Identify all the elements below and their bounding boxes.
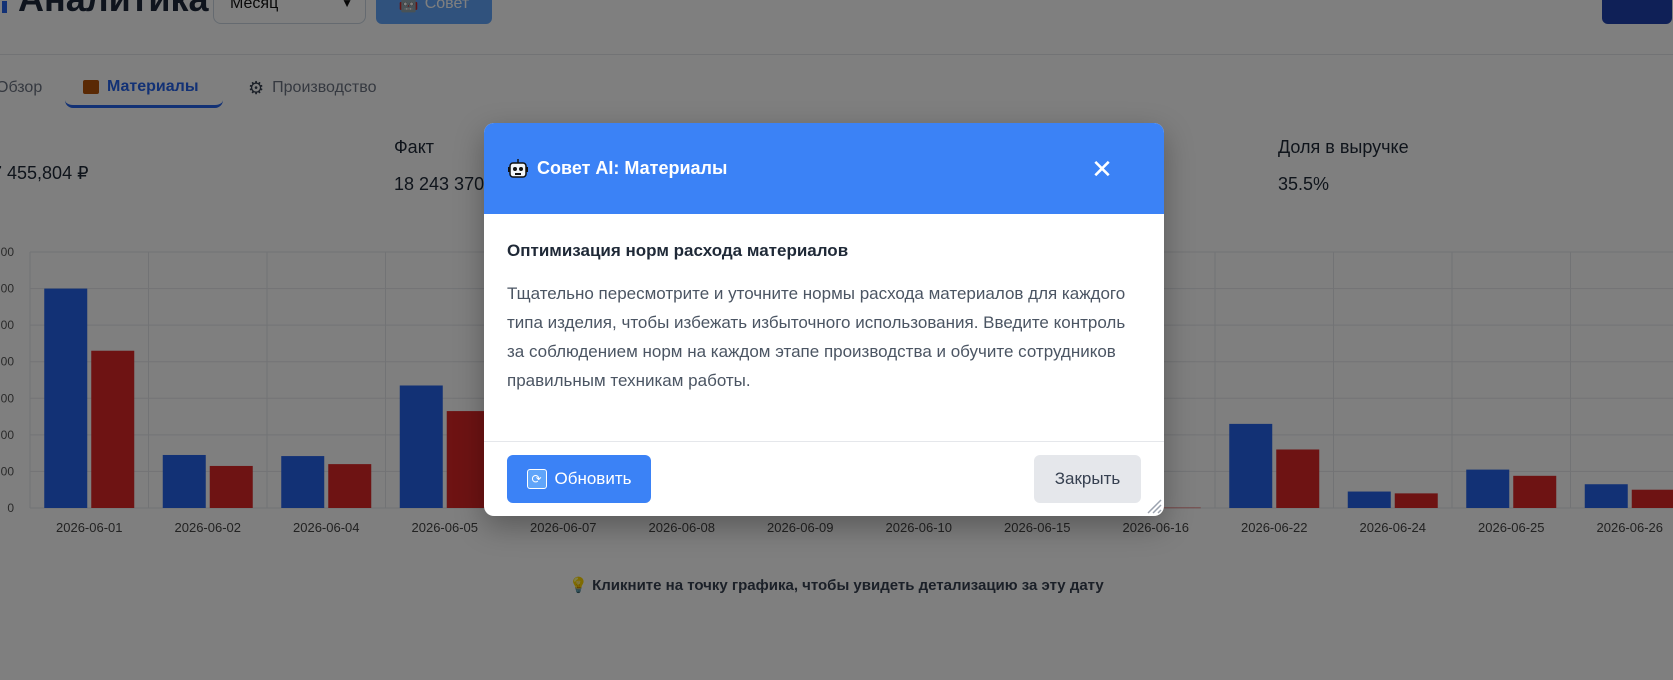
modal-body: Оптимизация норм расхода материалов Тщат… [507,241,1137,395]
modal-footer-divider [484,441,1164,442]
refresh-button-label: Обновить [554,469,632,488]
close-icon[interactable]: ✕ [1088,155,1116,183]
robot-icon [508,158,528,178]
resize-grip-icon[interactable] [1146,498,1162,514]
modal-title-text: Совет AI: Материалы [537,158,728,178]
refresh-button[interactable]: ⟳ Обновить [507,455,651,503]
close-button[interactable]: Закрыть [1034,455,1141,503]
modal-title: Совет AI: Материалы [507,123,727,214]
advice-text: Тщательно пересмотрите и уточните нормы … [507,284,1126,390]
advice-title: Оптимизация норм расхода материалов [507,241,849,260]
modal-header: Совет AI: Материалы ✕ [484,123,1164,214]
refresh-icon: ⟳ [526,469,547,489]
ai-advice-modal: Совет AI: Материалы ✕ Оптимизация норм р… [484,123,1164,516]
close-button-label: Закрыть [1054,469,1121,488]
